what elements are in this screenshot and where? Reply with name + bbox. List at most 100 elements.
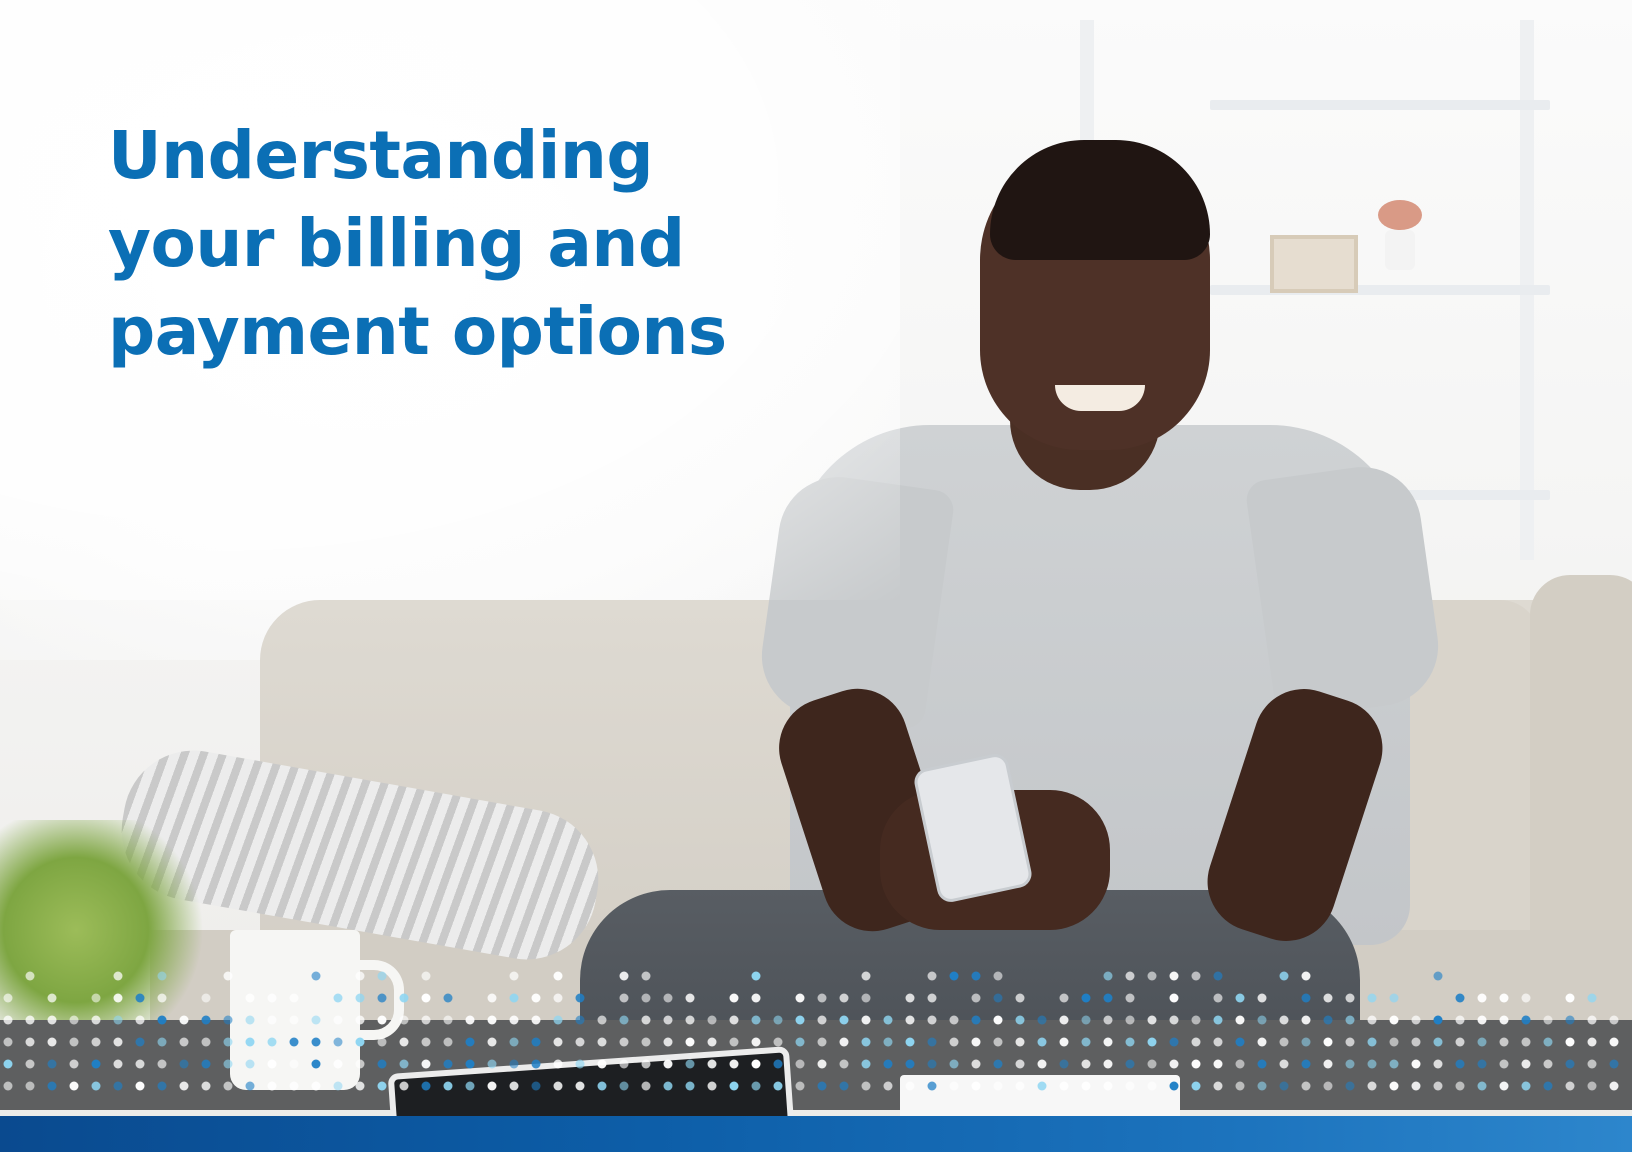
pattern-dot xyxy=(553,1037,563,1047)
pattern-dot xyxy=(377,1037,387,1047)
pattern-dot xyxy=(707,1059,717,1069)
pattern-dot xyxy=(421,1015,431,1025)
pattern-dot xyxy=(399,1081,409,1091)
pattern-dot xyxy=(927,993,937,1003)
pattern-dot xyxy=(1587,1015,1597,1025)
pattern-dot xyxy=(113,1015,123,1025)
pattern-dot xyxy=(135,1059,145,1069)
pattern-dot xyxy=(795,1081,805,1091)
pattern-dot xyxy=(971,993,981,1003)
pattern-dot xyxy=(91,1059,101,1069)
pattern-dot xyxy=(1169,1015,1179,1025)
pattern-dot xyxy=(729,1037,739,1047)
pattern-dot xyxy=(1213,1059,1223,1069)
pattern-dot xyxy=(949,1059,959,1069)
pattern-dot xyxy=(69,1059,79,1069)
pattern-dot xyxy=(25,971,35,981)
pattern-dot xyxy=(355,1037,365,1047)
pattern-dot xyxy=(993,1059,1003,1069)
pattern-dot xyxy=(883,1037,893,1047)
pattern-dot xyxy=(531,1037,541,1047)
pattern-dot xyxy=(509,993,519,1003)
pattern-dot xyxy=(113,971,123,981)
pattern-dot xyxy=(1323,993,1333,1003)
pattern-dot xyxy=(949,1081,959,1091)
pattern-dot xyxy=(267,993,277,1003)
pattern-dot xyxy=(685,993,695,1003)
pattern-dot xyxy=(201,1037,211,1047)
pattern-dot xyxy=(245,1059,255,1069)
pattern-dot xyxy=(927,1081,937,1091)
pattern-dot xyxy=(47,993,57,1003)
pattern-dot xyxy=(861,993,871,1003)
pattern-dot xyxy=(1521,1015,1531,1025)
pattern-dot xyxy=(47,1015,57,1025)
pattern-dot xyxy=(1169,1037,1179,1047)
pattern-dot xyxy=(1037,1059,1047,1069)
pattern-dot xyxy=(1235,1059,1245,1069)
pattern-dot xyxy=(971,1081,981,1091)
pattern-dot xyxy=(509,1037,519,1047)
pattern-dot xyxy=(1499,993,1509,1003)
pattern-dot xyxy=(1125,1037,1135,1047)
pattern-dot xyxy=(1235,1081,1245,1091)
pattern-dot xyxy=(399,1037,409,1047)
pattern-dot xyxy=(641,1015,651,1025)
pattern-dot xyxy=(619,1059,629,1069)
pattern-dot xyxy=(377,993,387,1003)
pattern-dot xyxy=(1125,1081,1135,1091)
pattern-dot xyxy=(553,1015,563,1025)
pattern-dot xyxy=(1103,1059,1113,1069)
pattern-dot xyxy=(861,1037,871,1047)
pattern-dot xyxy=(267,1059,277,1069)
pattern-dot xyxy=(157,971,167,981)
pattern-dot xyxy=(817,993,827,1003)
pattern-dot xyxy=(333,1059,343,1069)
pattern-dot xyxy=(971,1015,981,1025)
pattern-dot xyxy=(487,1015,497,1025)
pattern-dot xyxy=(1477,1059,1487,1069)
pattern-dot xyxy=(927,1059,937,1069)
pattern-dot xyxy=(751,971,761,981)
pattern-dot xyxy=(1455,1037,1465,1047)
pattern-dot xyxy=(25,1015,35,1025)
pattern-dot xyxy=(663,1015,673,1025)
pattern-dot xyxy=(1543,1037,1553,1047)
pattern-dot xyxy=(1301,1037,1311,1047)
page-title: Understanding your billing and payment o… xyxy=(108,112,727,376)
pattern-dot xyxy=(773,1059,783,1069)
pattern-dot xyxy=(377,1015,387,1025)
pattern-dot xyxy=(1367,1015,1377,1025)
pattern-dot xyxy=(1565,1059,1575,1069)
pattern-dot xyxy=(531,1059,541,1069)
pattern-dot xyxy=(1279,1059,1289,1069)
pattern-dot xyxy=(553,971,563,981)
pattern-dot xyxy=(1499,1059,1509,1069)
pattern-dot xyxy=(377,1059,387,1069)
pattern-dot xyxy=(465,1081,475,1091)
pattern-dot xyxy=(443,1081,453,1091)
pattern-dot xyxy=(1147,1081,1157,1091)
pattern-dot xyxy=(69,1081,79,1091)
pattern-dot xyxy=(421,1037,431,1047)
pattern-dot xyxy=(267,1037,277,1047)
pattern-dot xyxy=(1543,1059,1553,1069)
pattern-dot xyxy=(311,971,321,981)
pattern-dot xyxy=(1191,1081,1201,1091)
pattern-dot xyxy=(949,1015,959,1025)
pattern-dot xyxy=(619,1081,629,1091)
pattern-dot xyxy=(1081,1037,1091,1047)
pattern-dot xyxy=(245,1037,255,1047)
pattern-dot xyxy=(1455,1081,1465,1091)
pattern-dot xyxy=(1477,993,1487,1003)
pattern-dot xyxy=(839,1081,849,1091)
pattern-dot xyxy=(267,1015,277,1025)
pattern-dot xyxy=(1455,1015,1465,1025)
pattern-dot xyxy=(1609,1081,1619,1091)
pattern-dot xyxy=(223,1081,233,1091)
pattern-dot xyxy=(795,1037,805,1047)
pattern-dot xyxy=(663,1059,673,1069)
pattern-dot xyxy=(641,1037,651,1047)
pattern-dot xyxy=(619,971,629,981)
pattern-dot xyxy=(575,1015,585,1025)
